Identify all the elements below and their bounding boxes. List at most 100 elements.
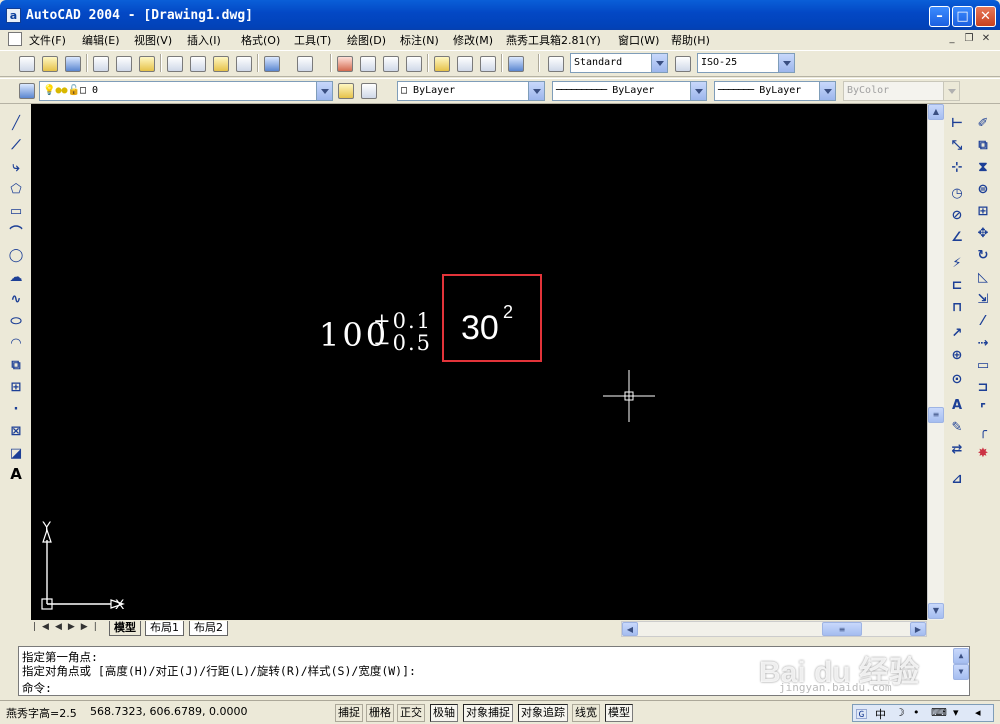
circle-icon[interactable]: ◯: [8, 248, 24, 264]
menu-tools[interactable]: 工具(T): [294, 32, 331, 48]
grid-toggle[interactable]: 栅格: [366, 704, 394, 722]
lineweight-select[interactable]: ─────── ByLayer: [714, 81, 836, 101]
menu-window[interactable]: 窗口(W): [618, 32, 659, 48]
break-icon[interactable]: ▭: [975, 358, 991, 374]
radius-dimension-icon[interactable]: ◷: [949, 186, 965, 202]
document-icon[interactable]: [8, 32, 22, 46]
zoom-realtime-icon[interactable]: [360, 56, 376, 72]
ime-icon[interactable]: 🄶: [856, 706, 867, 722]
line-icon[interactable]: ╱: [8, 116, 24, 132]
point-icon[interactable]: ·: [8, 402, 24, 418]
hatch-icon[interactable]: ⊠: [8, 424, 24, 440]
dimension-update-icon[interactable]: ⇄: [949, 442, 965, 458]
close-button[interactable]: ✕: [975, 6, 996, 27]
trim-icon[interactable]: ⁄: [975, 314, 991, 330]
erase-icon[interactable]: ✐: [975, 116, 991, 132]
publish-icon[interactable]: [139, 56, 155, 72]
coordinate-display[interactable]: 568.7323, 606.6789, 0.0000: [90, 705, 247, 718]
menu-insert[interactable]: 插入(I): [187, 32, 221, 48]
dim-style-icon[interactable]: [675, 56, 691, 72]
polygon-icon[interactable]: ⬠: [8, 182, 24, 198]
polar-toggle[interactable]: 极轴: [430, 704, 458, 722]
explode-icon[interactable]: ✸: [975, 446, 991, 462]
scroll-up-button[interactable]: ▲: [928, 104, 944, 120]
keyboard-icon[interactable]: ⌨: [931, 706, 947, 719]
break-at-point-icon[interactable]: ⊐: [975, 380, 991, 396]
command-prompt[interactable]: 命令:: [22, 680, 52, 696]
continue-dimension-icon[interactable]: ⊓: [949, 300, 965, 316]
dimension-edit-icon[interactable]: A: [949, 398, 965, 414]
help-tray-icon[interactable]: ◂: [975, 706, 981, 719]
layer-previous-icon[interactable]: [361, 83, 377, 99]
rectangle-icon[interactable]: ▭: [8, 204, 24, 220]
copy-icon[interactable]: [190, 56, 206, 72]
aligned-dimension-icon[interactable]: ⤡: [949, 138, 965, 154]
cut-icon[interactable]: [167, 56, 183, 72]
tolerance-upper[interactable]: +0.1: [373, 309, 432, 333]
model-toggle[interactable]: 模型: [605, 704, 633, 722]
construction-line-icon[interactable]: ⟋: [8, 138, 24, 154]
quick-leader-icon[interactable]: ↗: [949, 326, 965, 342]
region-icon[interactable]: ◪: [8, 446, 24, 462]
horizontal-scrollbar[interactable]: ◀ ≡ ▶: [621, 621, 927, 637]
punctuation-icon[interactable]: •: [913, 706, 920, 719]
stretch-icon[interactable]: ⇲: [975, 292, 991, 308]
doc-minimize-icon[interactable]: _: [945, 32, 959, 46]
ordinate-dimension-icon[interactable]: ⊹: [949, 160, 965, 176]
polyline-icon[interactable]: ⤷: [8, 160, 24, 176]
tab-model[interactable]: 模型: [109, 621, 141, 636]
save-icon[interactable]: [65, 56, 81, 72]
fillet-icon[interactable]: ╭: [975, 424, 991, 440]
insert-block-icon[interactable]: ⧉: [8, 358, 24, 374]
make-block-icon[interactable]: ⊞: [8, 380, 24, 396]
menu-format[interactable]: 格式(O): [241, 32, 280, 48]
copy-object-icon[interactable]: ⧉: [975, 138, 991, 154]
print-icon[interactable]: [93, 56, 109, 72]
zoom-previous-icon[interactable]: [406, 56, 422, 72]
osnap-toggle[interactable]: 对象捕捉: [463, 704, 513, 722]
vertical-scrollbar[interactable]: ▲ ≡ ▼: [927, 104, 944, 620]
drawing-canvas[interactable]: 100 +0.1 −0.5 30 2 Y X: [31, 104, 927, 620]
text-style-icon[interactable]: [548, 56, 564, 72]
make-object-layer-current-icon[interactable]: [338, 83, 354, 99]
tab-layout1[interactable]: 布局1: [145, 621, 184, 636]
ellipse-arc-icon[interactable]: ◠: [8, 336, 24, 352]
menu-dimension[interactable]: 标注(N): [400, 32, 439, 48]
dim-style-select[interactable]: ISO-25: [697, 53, 795, 73]
ortho-toggle[interactable]: 正交: [397, 704, 425, 722]
command-window[interactable]: 指定第一角点: 指定对角点或 [高度(H)/对正(J)/行距(L)/旋转(R)/…: [18, 646, 970, 696]
menu-help[interactable]: 帮助(H): [671, 32, 710, 48]
tolerance-icon[interactable]: ⊕: [949, 348, 965, 364]
menu-view[interactable]: 视图(V): [134, 32, 172, 48]
ellipse-icon[interactable]: ⬭: [8, 314, 24, 330]
help-icon[interactable]: [508, 56, 524, 72]
mirror-icon[interactable]: ⧗: [975, 160, 991, 176]
scale-icon[interactable]: ◺: [975, 270, 991, 286]
otrack-toggle[interactable]: 对象追踪: [518, 704, 568, 722]
layer-manager-icon[interactable]: [19, 83, 35, 99]
command-scroll-up-button[interactable]: ▲: [953, 648, 969, 664]
extend-icon[interactable]: ⇢: [975, 336, 991, 352]
new-icon[interactable]: [19, 56, 35, 72]
spline-icon[interactable]: ∿: [8, 292, 24, 308]
revision-cloud-icon[interactable]: ☁: [8, 270, 24, 286]
menu-file[interactable]: 文件(F): [29, 32, 66, 48]
menu-modify[interactable]: 修改(M): [453, 32, 493, 48]
tab-layout2[interactable]: 布局2: [189, 621, 228, 636]
moon-icon[interactable]: ☽: [895, 706, 905, 719]
array-icon[interactable]: ⊞: [975, 204, 991, 220]
command-scroll-down-button[interactable]: ▼: [953, 664, 969, 680]
dimension-text-edit-icon[interactable]: ✎: [949, 420, 965, 436]
menu-draw[interactable]: 绘图(D): [347, 32, 386, 48]
pan-icon[interactable]: [337, 56, 353, 72]
zoom-window-icon[interactable]: [383, 56, 399, 72]
color-select[interactable]: □ ByLayer: [397, 81, 545, 101]
autocad-app-icon[interactable]: a: [6, 8, 21, 23]
multiline-text-icon[interactable]: A: [8, 466, 24, 482]
center-mark-icon[interactable]: ⊙: [949, 372, 965, 388]
linear-dimension-icon[interactable]: ⊢: [949, 116, 965, 132]
move-icon[interactable]: ✥: [975, 226, 991, 242]
scroll-left-button[interactable]: ◀: [622, 622, 638, 636]
tolerance-lower[interactable]: −0.5: [373, 331, 432, 355]
properties-icon[interactable]: [434, 56, 450, 72]
